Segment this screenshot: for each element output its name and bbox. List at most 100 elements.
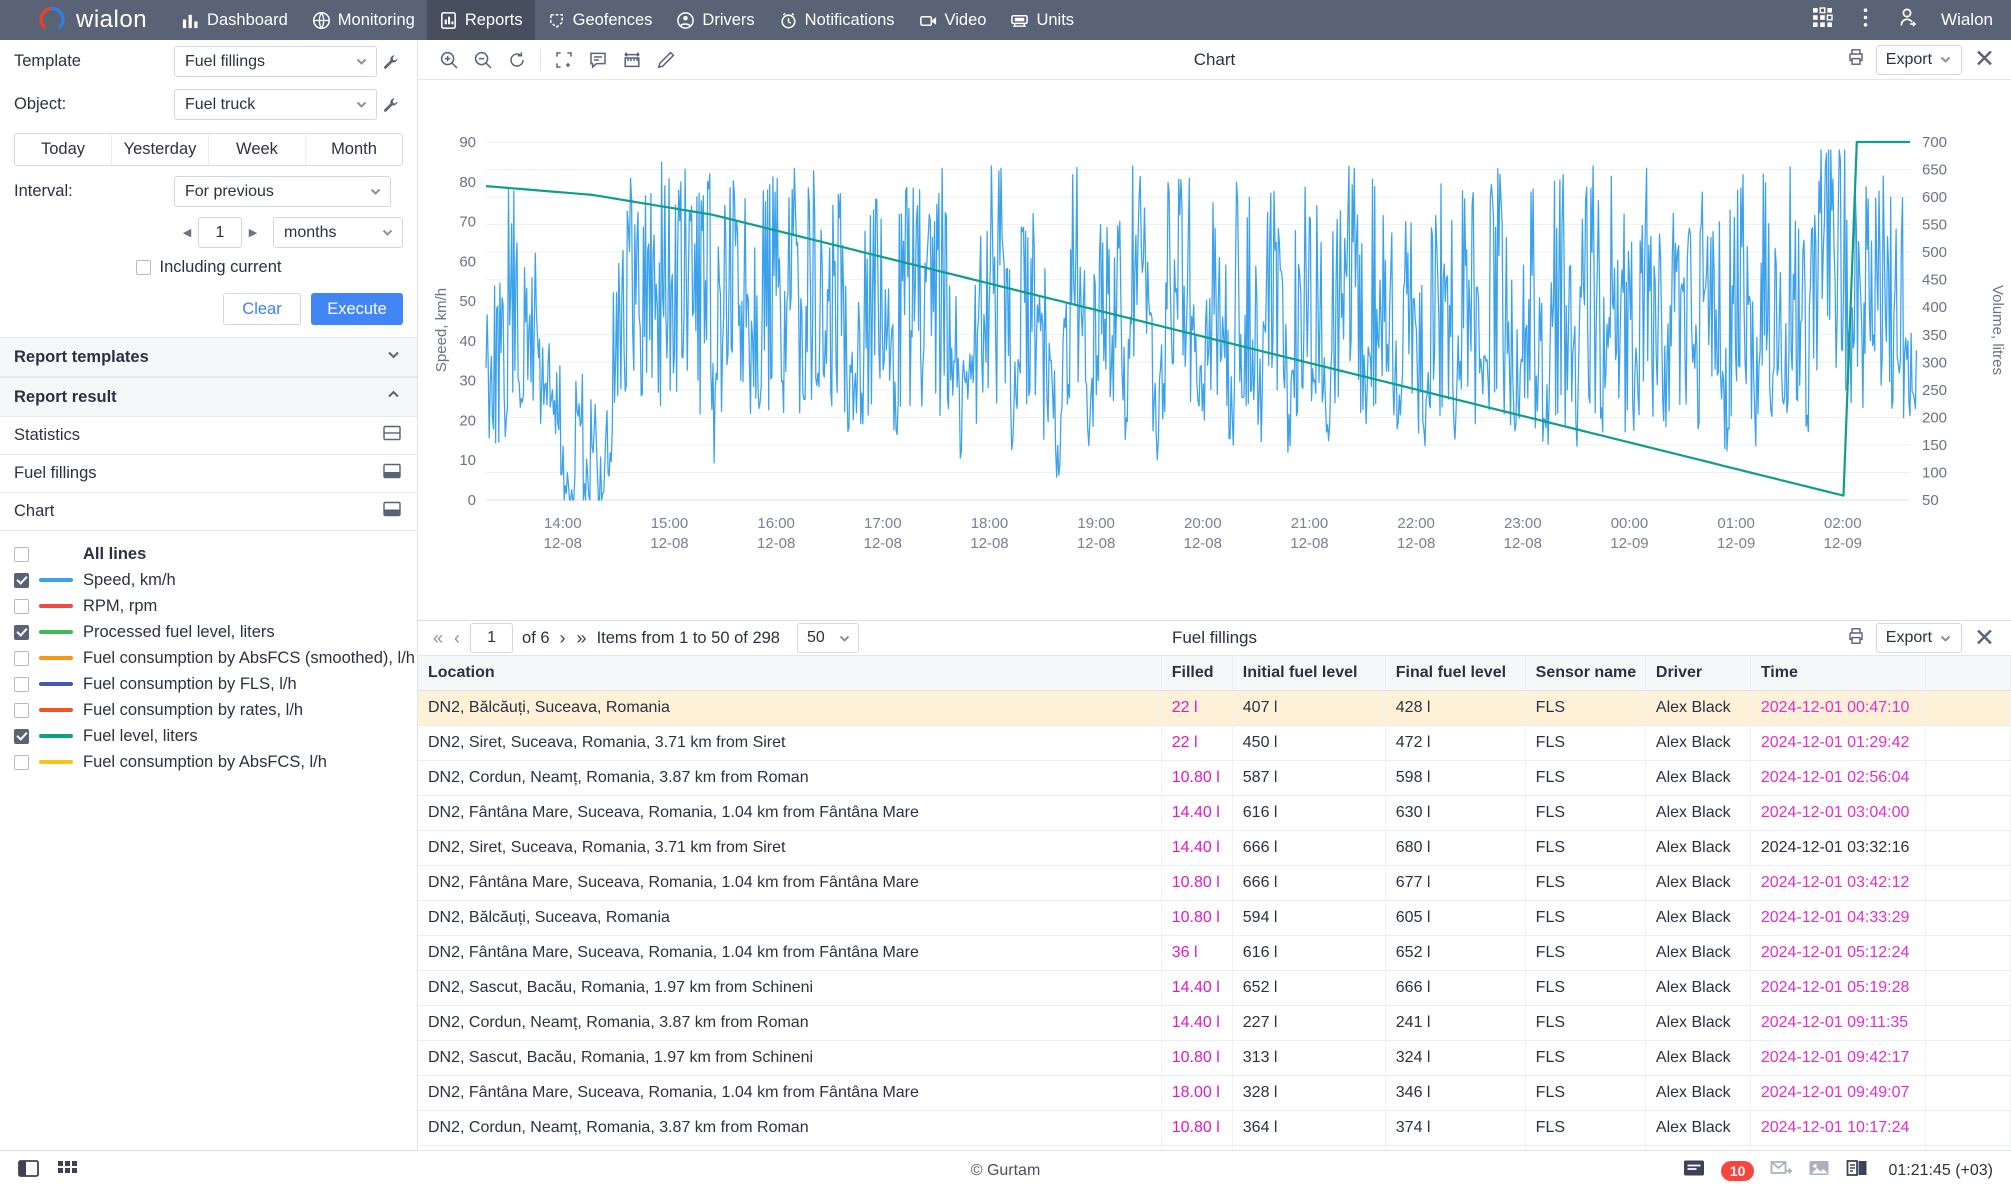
messages-count-badge[interactable]: 10 [1720,1160,1755,1181]
table-close-icon[interactable]: ✕ [1972,625,1997,651]
window-icon[interactable] [383,463,401,484]
legend-checkbox-rates[interactable] [14,702,29,718]
spinner-decrement-icon[interactable]: ◀ [176,226,198,239]
table-row[interactable]: DN2, Fântâna Mare, Suceava, Romania, 1.0… [418,795,2011,832]
table-row[interactable]: DN2, Sascut, Bacău, Romania, 1.97 km fro… [418,970,2011,1007]
table-row[interactable]: DN2, Cordun, Neamț, Romania, 3.87 km fro… [418,1110,2011,1147]
table-row[interactable]: DN2, Bălcăuți, Suceava, Romania 22 l 407 l… [418,690,2011,727]
measure-icon[interactable] [615,45,649,75]
apps-grid-icon[interactable] [1812,7,1833,33]
column-header-location[interactable]: Location [418,656,1162,692]
annotation-icon[interactable] [581,45,615,75]
table-row[interactable]: DN2, Bălcăuți, Suceava, Romania 10.80 l 59… [418,900,2011,937]
prev-page-icon[interactable]: ‹ [453,628,461,649]
table-export-button[interactable]: Export [1875,623,1963,654]
table-row[interactable]: DN2, Siret, Suceava, Romania, 3.71 km fr… [418,725,2011,762]
legend-checkbox-rpm[interactable] [14,598,29,614]
table-row[interactable]: DN2, Siret, Suceava, Romania, 3.71 km fr… [418,830,2011,867]
legend-checkbox-processed-fuel-level[interactable] [14,624,29,640]
image-icon[interactable] [1808,1158,1830,1183]
legend-checkbox-fuel-level[interactable] [14,728,29,744]
nav-item-reports[interactable]: Reports [426,0,535,40]
table-row[interactable]: DN2, Fântâna Mare, Suceava, Romania, 1.0… [418,1075,2011,1112]
print-icon[interactable] [1846,47,1866,72]
layout-icon[interactable] [1846,1158,1868,1183]
column-header-final-fuel-level[interactable]: Final fuel level [1385,656,1526,692]
spinner-increment-icon[interactable]: ▶ [242,226,264,239]
result-item-chart[interactable]: Chart [0,493,417,531]
column-header-filled[interactable]: Filled [1161,656,1233,692]
zoom-in-icon[interactable] [432,45,466,75]
mail-forward-icon[interactable] [1770,1158,1793,1183]
nav-item-monitoring[interactable]: Monitoring [300,0,427,40]
username-label[interactable]: Wialon [1941,10,1993,30]
legend-checkbox-fls[interactable] [14,676,29,692]
execute-button[interactable]: Execute [311,293,403,325]
legend-item-speed[interactable]: Speed, km/h [14,569,417,591]
legend-item-rpm[interactable]: RPM, rpm [14,595,417,617]
table-row[interactable]: DN2, Fântâna Mare, Suceava, Romania, 1.0… [418,865,2011,902]
result-item-statistics[interactable]: Statistics [0,417,417,455]
legend-item-all-lines[interactable]: All lines [14,543,417,565]
edit-icon[interactable] [649,45,683,75]
page-size-select[interactable]: 50 [797,623,859,654]
first-page-icon[interactable]: « [432,628,444,649]
interval-unit-select[interactable]: months [273,217,403,248]
period-tab-yesterday[interactable]: Yesterday [111,134,208,165]
fullscreen-icon[interactable] [547,45,581,75]
column-header-initial-fuel-level[interactable]: Initial fuel level [1232,656,1386,692]
nav-item-dashboard[interactable]: Dashboard [169,0,300,40]
nav-item-geofences[interactable]: Geofences [535,0,665,40]
chart-export-button[interactable]: Export [1875,44,1963,75]
grid-view-icon[interactable] [57,1158,78,1184]
chart-plot[interactable]: 0 10 20 30 40 50 60 70 80 90 50 100 150 200 250 300 350… [418,80,2011,620]
kebab-menu-icon[interactable] [1855,7,1876,33]
chart-close-icon[interactable]: ✕ [1972,47,1997,72]
template-settings-button[interactable] [377,54,405,70]
nav-item-drivers[interactable]: Drivers [664,0,766,40]
legend-item-absfcs[interactable]: Fuel consumption by AbsFCS, l/h [14,751,417,773]
legend-item-absfcs-smoothed[interactable]: Fuel consumption by AbsFCS (smoothed), l… [14,647,417,669]
print-icon[interactable] [1846,626,1866,651]
template-select[interactable]: Fuel fillings [174,46,377,77]
interval-amount-input[interactable]: 1 [198,217,242,248]
including-current-row[interactable]: Including current [0,252,417,283]
legend-checkbox-speed[interactable] [14,572,29,588]
including-current-checkbox[interactable] [135,260,151,275]
page-number-input[interactable]: 1 [470,623,514,654]
user-logout-icon[interactable] [1898,7,1919,33]
split-window-icon[interactable] [383,425,401,446]
table-row[interactable]: DN2, Fântâna Mare, Suceava, Romania, 1.0… [418,935,2011,972]
period-tab-today[interactable]: Today [15,134,111,165]
column-header-time[interactable]: Time [1750,656,1926,692]
result-item-fuel-fillings[interactable]: Fuel fillings [0,455,417,493]
period-tab-week[interactable]: Week [208,134,305,165]
legend-checkbox-absfcs-smoothed[interactable] [14,650,29,666]
column-header-sensor-name[interactable]: Sensor name [1525,656,1646,692]
nav-item-video[interactable]: Video [907,0,999,40]
legend-item-rates[interactable]: Fuel consumption by rates, l/h [14,699,417,721]
table-row[interactable]: DN2, Cordun, Neamț, Romania, 3.87 km fro… [418,1005,2011,1042]
legend-item-processed-fuel-level[interactable]: Processed fuel level, liters [14,621,417,643]
clear-button[interactable]: Clear [223,293,301,325]
legend-checkbox-all-lines[interactable] [14,546,29,562]
object-settings-button[interactable] [377,97,405,113]
panel-toggle-icon[interactable] [18,1158,39,1184]
table-row[interactable]: DN2, Sascut, Bacău, Romania, 1.97 km fro… [418,1040,2011,1077]
legend-checkbox-absfcs[interactable] [14,754,29,770]
last-page-icon[interactable]: » [576,628,588,649]
nav-item-units[interactable]: Units [998,0,1086,40]
zoom-out-icon[interactable] [466,45,500,75]
messages-icon[interactable] [1683,1158,1705,1183]
accordion-report-result[interactable]: Report result [0,377,417,417]
window-filled-icon[interactable] [383,501,401,522]
table-scroll-container[interactable]: Location Filled Initial fuel level Final… [418,656,2011,1150]
wialon-logo[interactable]: wialon [0,6,169,34]
table-row[interactable]: DN2, Cordun, Neamț, Romania, 3.87 km fro… [418,760,2011,797]
reset-zoom-icon[interactable] [500,45,534,75]
column-header-driver[interactable]: Driver [1645,656,1751,692]
nav-item-notifications[interactable]: Notifications [767,0,907,40]
next-page-icon[interactable]: › [559,628,567,649]
accordion-report-templates[interactable]: Report templates [0,337,417,377]
period-tab-month[interactable]: Month [305,134,402,165]
